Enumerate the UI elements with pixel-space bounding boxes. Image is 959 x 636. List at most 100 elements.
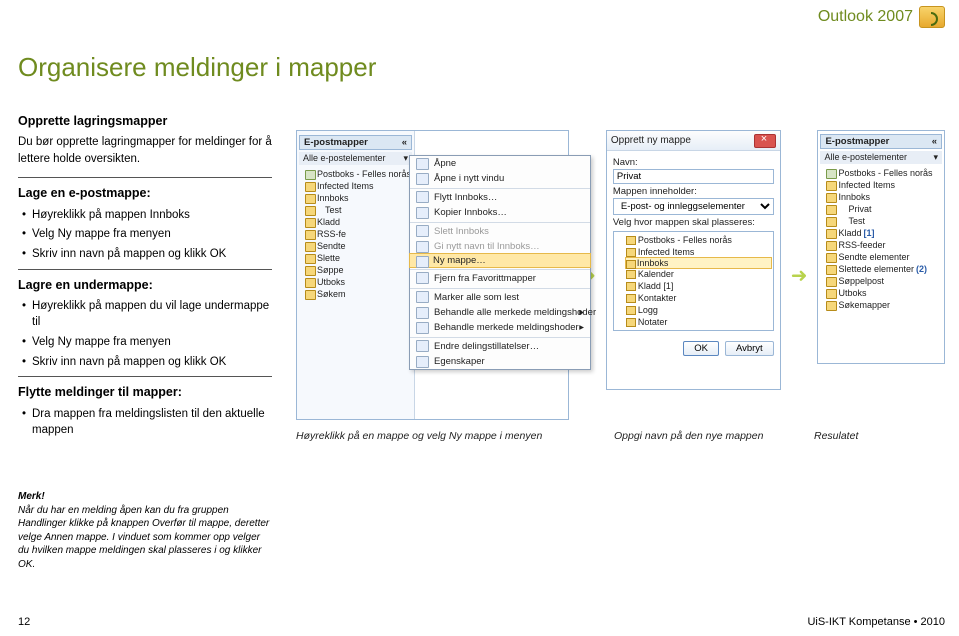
tree-item[interactable]: RSS-feeder [824, 239, 942, 251]
folder-tree-pane: E-postmapper « Alle e-postelementer ▾ Po… [297, 131, 415, 419]
menu-item-label: Behandle alle merkede meldingshoder [434, 307, 596, 318]
section-body: Du bør opprette lagringmapper for meldin… [18, 134, 272, 167]
dialog-body: Navn: Mappen inneholder: E-post- og innl… [607, 151, 780, 335]
page-number: 12 [18, 616, 30, 628]
figure-context-menu: E-postmapper « Alle e-postelementer ▾ Po… [296, 130, 569, 420]
folder-tree: Postboks - Felles norås Infected Items I… [820, 167, 942, 311]
menu-item-mark-read[interactable]: Marker alle som lest [410, 288, 590, 305]
tree-item[interactable]: Slettede elementer(2) [824, 263, 942, 275]
ok-button[interactable]: OK [683, 341, 719, 356]
menu-item-move[interactable]: Flytt Innboks… [410, 188, 590, 205]
figures-row: E-postmapper « Alle e-postelementer ▾ Po… [296, 130, 945, 420]
menu-item-new-folder[interactable]: Ny mappe… [409, 253, 591, 268]
note-block: Merk! Når du har en melding åpen kan du … [18, 490, 272, 571]
folder-tree: Postboks - Felles norås Infected Items I… [299, 168, 412, 300]
tree-root[interactable]: Postboks - Felles norås [303, 168, 412, 180]
label-name: Navn: [613, 157, 774, 168]
folder-tree-pane: E-postmapper « Alle e-postelementer ▾ Po… [818, 131, 944, 363]
chevron-right-icon: ▸ [579, 307, 584, 318]
menu-item-process-marked-headers[interactable]: Behandle merkede meldingshoder▸ [410, 320, 590, 335]
tree-item[interactable]: Privat [824, 203, 942, 215]
tree-item[interactable]: Logg [626, 304, 771, 316]
footer-credit: UiS-IKT Kompetanse • 2010 [807, 616, 945, 628]
tree-filter[interactable]: Alle e-postelementer ▾ [299, 152, 412, 165]
menu-item-properties[interactable]: Egenskaper [410, 354, 590, 369]
caption-fig2: Oppgi navn på den nye mappen [614, 430, 814, 442]
step: Skriv inn navn på mappen og klikk OK [20, 354, 272, 371]
chevron-down-icon: ▾ [403, 153, 408, 164]
step: Dra mappen fra meldingslisten til den ak… [20, 406, 272, 439]
figure-result-tree: E-postmapper « Alle e-postelementer ▾ Po… [817, 130, 945, 364]
caption-fig3: Resulatet [814, 430, 945, 442]
section-head: Flytte meldinger til mapper: [18, 383, 272, 401]
figure-create-folder-dialog: Opprett ny mappe Navn: Mappen inneholder… [606, 130, 781, 390]
section-make-subfolder: Lagre en undermappe: Høyreklikk på mappe… [18, 269, 272, 371]
menu-item-open[interactable]: Åpne [410, 156, 590, 171]
section-head: Opprette lagringsmapper [18, 112, 272, 130]
page-footer: 12 UiS-IKT Kompetanse • 2010 [18, 616, 945, 628]
tree-item[interactable]: Sendte elementer [824, 251, 942, 263]
menu-item-label: Behandle merkede meldingshoder [434, 322, 579, 333]
section-create-folders: Opprette lagringsmapper Du bør opprette … [18, 112, 272, 167]
dialog-folder-tree: Postboks - Felles norås Infected Items I… [613, 231, 774, 331]
brand-name: Outlook 2007 [818, 8, 913, 26]
tree-header: E-postmapper « [299, 135, 412, 150]
tree-item[interactable]: Kontakter [626, 292, 771, 304]
menu-item-remove-fav[interactable]: Fjern fra Favorittmapper [410, 269, 590, 286]
select-contains[interactable]: E-post- og innleggselementer [613, 198, 774, 215]
tree-item[interactable]: Utboks [824, 287, 942, 299]
tree-item[interactable]: Oppgaver [626, 328, 771, 331]
note-body: Når du har en melding åpen kan du fra gr… [18, 505, 269, 570]
tree-item[interactable]: Test [824, 215, 942, 227]
menu-item-process-all-headers[interactable]: Behandle alle merkede meldingshoder▸ [410, 305, 590, 320]
tree-item[interactable]: Kladd[1] [824, 227, 942, 239]
tree-filter-label: Alle e-postelementer [303, 153, 386, 164]
tree-root[interactable]: Postboks - Felles norås [824, 167, 942, 179]
tree-item[interactable]: Utboks [303, 276, 412, 288]
close-icon[interactable] [754, 134, 776, 148]
caption-fig1: Høyreklikk på en mappe og velg Ny mappe … [296, 430, 614, 442]
tree-header: E-postmapper « [820, 134, 942, 149]
chevron-double-icon: « [402, 137, 407, 148]
section-move-messages: Flytte meldinger til mapper: Dra mappen … [18, 376, 272, 438]
tree-item[interactable]: Infected Items [303, 180, 412, 192]
section-head: Lage en e-postmappe: [18, 184, 272, 202]
menu-item-rename: Gi nytt navn til Innboks… [410, 239, 590, 254]
tree-item[interactable]: Innboks [824, 191, 942, 203]
cancel-button[interactable]: Avbryt [725, 341, 774, 356]
tree-item[interactable]: Slette [303, 252, 412, 264]
context-menu: Åpne Åpne i nytt vindu Flytt Innboks… Ko… [409, 155, 591, 370]
chevron-right-icon: ▸ [579, 322, 584, 333]
step: Velg Ny mappe fra menyen [20, 226, 272, 243]
tree-item[interactable]: Kladd [1] [626, 280, 771, 292]
tree-filter[interactable]: Alle e-postelementer ▾ [820, 151, 942, 164]
tree-item[interactable]: Søppelpost [824, 275, 942, 287]
tree-item[interactable]: Infected Items [824, 179, 942, 191]
chevron-down-icon: ▾ [933, 152, 938, 163]
tree-item[interactable]: RSS-fe [303, 228, 412, 240]
tree-title: E-postmapper [304, 137, 368, 148]
menu-item-copy[interactable]: Kopier Innboks… [410, 205, 590, 220]
page-title: Organisere meldinger i mapper [18, 52, 376, 83]
tree-root[interactable]: Postboks - Felles norås [626, 234, 771, 246]
tree-item[interactable]: Test [303, 204, 412, 216]
arrow-right-icon: ➜ [791, 263, 808, 288]
tree-item[interactable]: Kladd [303, 216, 412, 228]
brand-bar: Outlook 2007 [818, 6, 945, 28]
tree-title: E-postmapper [825, 136, 889, 147]
tree-item[interactable]: Kalender [626, 268, 771, 280]
tree-item[interactable]: Innboks [303, 192, 412, 204]
tree-item[interactable]: Søkem [303, 288, 412, 300]
section-make-mailfolder: Lage en e-postmappe: Høyreklikk på mappe… [18, 177, 272, 262]
figure-captions: Høyreklikk på en mappe og velg Ny mappe … [296, 430, 945, 442]
note-head: Merk! [18, 491, 45, 502]
tree-item[interactable]: Notater [626, 316, 771, 328]
tree-item[interactable]: Søppe [303, 264, 412, 276]
input-folder-name[interactable] [613, 169, 774, 184]
step: Høyreklikk på mappen du vil lage underma… [20, 298, 272, 331]
step: Høyreklikk på mappen Innboks [20, 207, 272, 224]
tree-item[interactable]: Søkemapper [824, 299, 942, 311]
menu-item-open-new-window[interactable]: Åpne i nytt vindu [410, 171, 590, 186]
menu-item-sharing[interactable]: Endre delingstillatelser… [410, 337, 590, 354]
tree-item[interactable]: Sendte [303, 240, 412, 252]
